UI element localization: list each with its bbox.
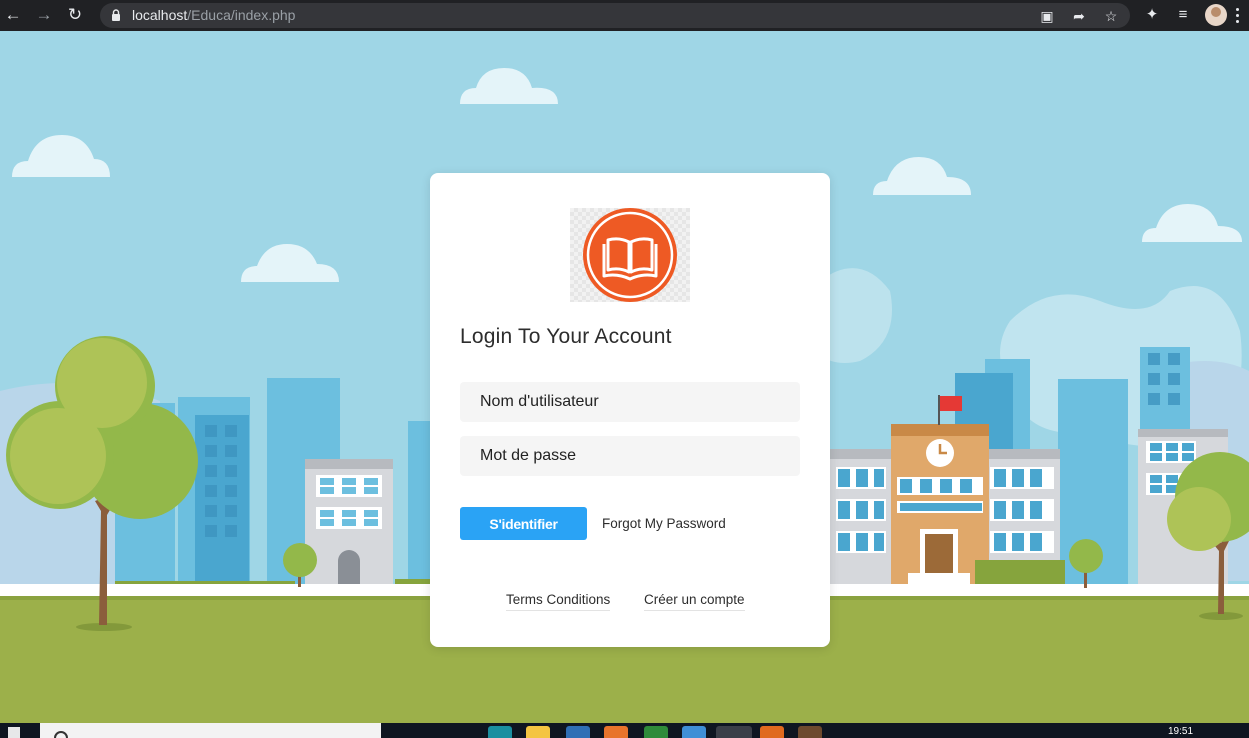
windows-start-icon[interactable] [8, 727, 20, 738]
search-icon [54, 731, 68, 738]
url-path: /Educa/index.php [187, 7, 296, 23]
login-button[interactable]: S'identifier [460, 507, 587, 540]
back-arrow-icon[interactable]: ← [2, 4, 24, 26]
address-bar[interactable]: localhost/Educa/index.php ▣ ➦ ☆ [100, 3, 1130, 28]
app-green-icon[interactable] [644, 726, 668, 738]
logo [570, 208, 690, 302]
taskbar-clock[interactable]: 19:51 [1168, 726, 1193, 737]
app-brown-icon[interactable] [798, 726, 822, 738]
app-blue-icon[interactable] [682, 726, 706, 738]
translate-icon[interactable]: ▣ [1038, 7, 1056, 25]
browser-toolbar: ← → ↻ localhost/Educa/index.php ▣ ➦ ☆ ✦ … [0, 0, 1249, 31]
password-field[interactable] [460, 436, 800, 476]
taskbar-search-box[interactable] [40, 723, 381, 738]
mail-icon[interactable] [566, 726, 590, 738]
firefox-icon[interactable] [604, 726, 628, 738]
reload-icon[interactable]: ↻ [64, 4, 86, 26]
username-field[interactable] [460, 382, 800, 422]
os-taskbar: 19:51 [0, 723, 1249, 738]
bookmark-star-icon[interactable]: ☆ [1102, 7, 1120, 25]
media-queue-icon[interactable]: ≡ [1173, 5, 1193, 25]
terms-conditions-link[interactable]: Terms Conditions [506, 592, 611, 611]
url-text: localhost/Educa/index.php [132, 7, 295, 23]
forward-arrow-icon[interactable]: → [33, 4, 55, 26]
forgot-password-link[interactable]: Forgot My Password [602, 516, 726, 531]
file-explorer-icon[interactable] [526, 726, 550, 738]
create-account-link[interactable]: Créer un compte [644, 592, 745, 611]
share-icon[interactable]: ➦ [1070, 7, 1088, 25]
open-book-icon [583, 208, 677, 302]
login-card: Login To Your Account S'identifier Forgo… [430, 173, 830, 647]
profile-avatar[interactable] [1205, 4, 1227, 26]
extensions-icon[interactable]: ✦ [1142, 5, 1162, 25]
url-host: localhost [132, 7, 188, 23]
app-orange-icon[interactable] [760, 726, 784, 738]
more-menu-icon[interactable] [1236, 8, 1240, 24]
lock-icon [112, 9, 120, 21]
login-title: Login To Your Account [460, 325, 672, 348]
edge-icon[interactable] [488, 726, 512, 738]
chrome-icon[interactable] [716, 726, 752, 738]
